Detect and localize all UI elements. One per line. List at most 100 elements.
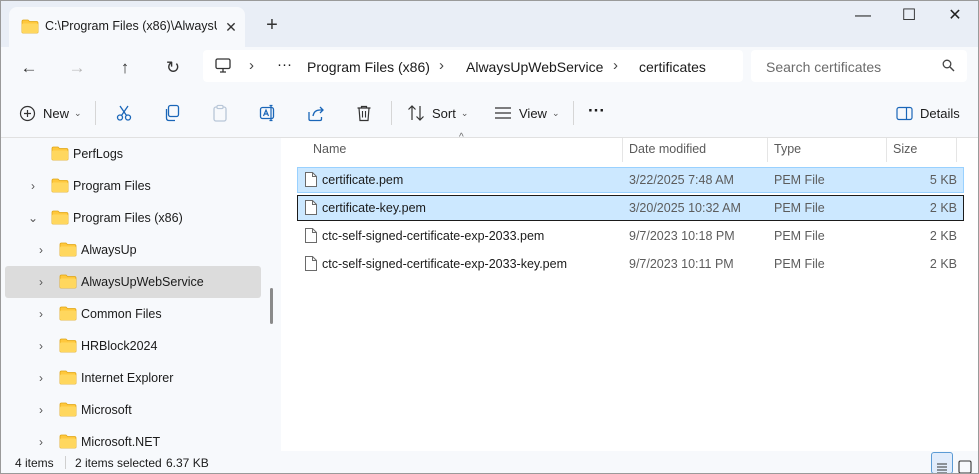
search-box[interactable]: Search certificates <box>751 50 967 82</box>
file-name: certificate-key.pem <box>322 201 426 215</box>
file-row[interactable]: ctc-self-signed-certificate-exp-2033.pem… <box>297 223 964 249</box>
folder-icon <box>51 146 69 164</box>
breadcrumb-item[interactable]: Program Files (x86) <box>307 59 430 75</box>
command-bar: New ⌄ Sort ⌄ View ⌄ ··· Details <box>1 89 978 138</box>
folder-icon <box>59 402 77 420</box>
file-type: PEM File <box>774 173 825 187</box>
column-divider[interactable] <box>622 138 623 162</box>
tab-close-icon[interactable]: ✕ <box>221 17 241 37</box>
sidebar-item[interactable]: › Common Files <box>5 298 261 330</box>
refresh-button[interactable]: ↻ <box>159 55 187 81</box>
plus-circle-icon <box>19 105 36 122</box>
sort-ascending-indicator: ^ <box>459 132 464 143</box>
sidebar-item[interactable]: PerfLogs <box>5 138 261 170</box>
column-divider[interactable] <box>956 138 957 162</box>
chevron-right-icon[interactable]: › <box>35 403 47 417</box>
status-bar: 4 items 2 items selected 6.37 KB <box>1 451 978 473</box>
sidebar-item-label: Microsoft <box>81 403 132 417</box>
rename-icon <box>259 104 277 122</box>
sidebar-item-label: AlwaysUp <box>81 243 137 257</box>
delete-button[interactable] <box>355 101 373 125</box>
divider <box>65 456 66 469</box>
view-list-icon <box>494 104 512 122</box>
divider <box>573 101 574 125</box>
rename-button[interactable] <box>259 101 277 125</box>
scissors-icon <box>115 104 133 122</box>
new-tab-button[interactable]: + <box>261 15 283 37</box>
file-size: 5 KB <box>929 173 957 187</box>
new-button[interactable]: New ⌄ <box>19 101 82 125</box>
copy-button[interactable] <box>163 101 181 125</box>
close-button[interactable]: ✕ <box>933 7 977 27</box>
details-view-button[interactable] <box>931 452 953 473</box>
back-button[interactable]: ← <box>15 55 43 81</box>
sort-label: Sort <box>432 105 456 121</box>
sidebar-item[interactable]: › AlwaysUp <box>5 234 261 266</box>
column-divider[interactable] <box>886 138 887 162</box>
divider <box>95 101 96 125</box>
sidebar-item[interactable]: ⌄ Program Files (x86) <box>5 202 261 234</box>
clipboard-icon <box>211 104 229 122</box>
sidebar-item[interactable]: › Microsoft <box>5 394 261 426</box>
sidebar-item[interactable]: › HRBlock2024 <box>5 330 261 362</box>
view-button[interactable]: View ⌄ <box>494 101 560 125</box>
sidebar-item[interactable]: › Program Files <box>5 170 261 202</box>
file-size: 2 KB <box>929 229 957 243</box>
chevron-right-icon[interactable]: › <box>35 435 47 449</box>
share-button[interactable] <box>307 101 325 125</box>
selection-size: 6.37 KB <box>166 456 209 470</box>
scrollbar-thumb[interactable] <box>270 288 273 324</box>
tiles-view-icon <box>955 457 975 473</box>
column-header-date-modified[interactable]: Date modified <box>629 142 706 156</box>
sort-button[interactable]: Sort ⌄ <box>407 101 468 125</box>
minimize-button[interactable]: — <box>841 7 885 27</box>
folder-icon <box>51 210 69 228</box>
chevron-down-icon: ⌄ <box>460 107 469 118</box>
tiles-view-button[interactable] <box>955 452 975 473</box>
column-header-size[interactable]: Size <box>893 142 917 156</box>
maximize-button[interactable]: ☐ <box>887 7 931 27</box>
address-bar[interactable]: › ··· Program Files (x86) › AlwaysUpWebS… <box>203 50 743 82</box>
chevron-right-icon[interactable]: › <box>35 307 47 321</box>
file-row[interactable]: certificate.pem 3/22/2025 7:48 AM PEM File… <box>297 167 964 193</box>
folder-icon <box>59 434 77 451</box>
sidebar-item[interactable]: › Internet Explorer <box>5 362 261 394</box>
chevron-right-icon[interactable]: › <box>35 371 47 385</box>
navigation-pane: PerfLogs › Program Files ⌄ Program Files (x8… <box>1 138 263 451</box>
file-row[interactable]: ctc-self-signed-certificate-exp-2033-key… <box>297 251 964 277</box>
folder-icon <box>51 178 69 196</box>
sidebar-item-label: Microsoft.NET <box>81 435 161 449</box>
file-name: ctc-self-signed-certificate-exp-2033.pem <box>322 229 545 243</box>
file-icon <box>304 171 318 191</box>
chevron-right-icon[interactable]: › <box>35 243 47 257</box>
forward-button[interactable]: → <box>63 55 91 81</box>
breadcrumb-item[interactable]: AlwaysUpWebService <box>466 59 603 75</box>
file-row[interactable]: certificate-key.pem 3/20/2025 10:32 AM PEM… <box>297 195 964 221</box>
folder-icon <box>59 306 77 324</box>
column-header-name[interactable]: Name <box>313 142 346 156</box>
details-pane-button[interactable]: Details <box>896 101 960 125</box>
navigation-scrollbar[interactable] <box>263 138 281 451</box>
more-options-button[interactable]: ··· <box>588 99 605 123</box>
search-placeholder: Search certificates <box>766 59 882 75</box>
sidebar-item[interactable]: › Microsoft.NET <box>5 426 261 451</box>
tab-current-folder[interactable]: C:\Program Files (x86)\AlwaysUpWebServic… <box>9 7 245 47</box>
sidebar-item[interactable]: › AlwaysUpWebService <box>5 266 261 298</box>
chevron-right-icon[interactable]: › <box>27 179 39 193</box>
cut-button[interactable] <box>115 101 133 125</box>
chevron-down-icon: ⌄ <box>74 107 82 118</box>
trash-icon <box>355 104 373 122</box>
chevron-down-icon[interactable]: ⌄ <box>27 211 39 225</box>
file-icon <box>304 199 318 219</box>
breadcrumb-item[interactable]: certificates <box>639 59 706 75</box>
folder-icon <box>59 242 77 260</box>
column-divider[interactable] <box>767 138 768 162</box>
search-icon <box>942 59 955 75</box>
chevron-right-icon[interactable]: › <box>35 339 47 353</box>
column-header-type[interactable]: Type <box>774 142 801 156</box>
paste-button[interactable] <box>211 101 229 125</box>
folder-icon <box>59 370 77 388</box>
up-button[interactable]: ↑ <box>111 55 139 81</box>
breadcrumb-overflow-button[interactable]: ··· <box>277 56 292 73</box>
chevron-right-icon[interactable]: › <box>35 275 47 289</box>
